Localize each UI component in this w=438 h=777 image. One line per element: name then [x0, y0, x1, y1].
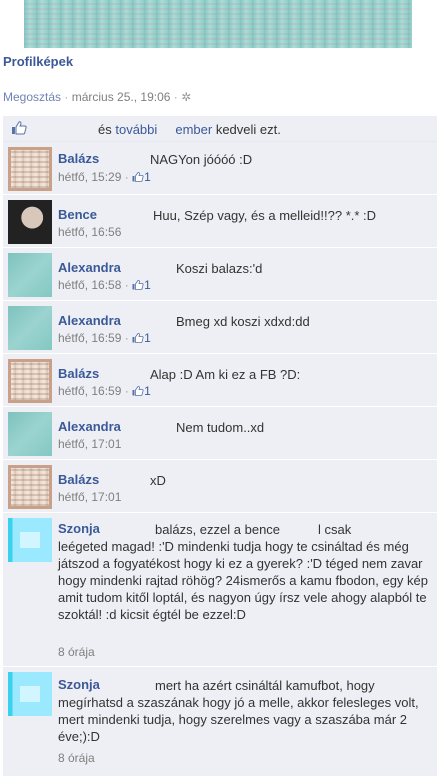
- avatar[interactable]: [8, 412, 52, 456]
- comment-author[interactable]: Balázs: [58, 151, 99, 166]
- like-count: 1: [144, 278, 151, 292]
- separator: ·: [124, 278, 129, 292]
- like-icon: [132, 171, 144, 182]
- comment-timestamp[interactable]: hétfő, 15:29: [58, 170, 121, 184]
- like-people-link[interactable]: ember: [175, 122, 212, 137]
- comment-like-count[interactable]: 1: [132, 384, 151, 398]
- comment-text: Nem tudom..xd: [176, 420, 265, 435]
- comment-time: hétfő, 17:01: [58, 437, 121, 451]
- comment-text-rest: megírhatsd a szaszának hogy jó a melle, …: [58, 695, 419, 744]
- comment-text: NAGYon jóóóó :D: [150, 152, 253, 167]
- comment-time: hétfő, 15:29 · 1: [58, 170, 151, 184]
- comment-text-line: l csak: [318, 522, 352, 537]
- comment-text-line: mert ha azért csináltál kamufbot, hogy: [155, 678, 375, 693]
- profile-photo[interactable]: [24, 0, 412, 48]
- comment-timestamp[interactable]: hétfő, 17:01: [58, 490, 121, 504]
- comment-text: Huu, Szép vagy, és a melleid!!?? *.* :D: [153, 208, 377, 223]
- like-count: 1: [144, 331, 151, 345]
- comment-author[interactable]: Alexandra: [58, 260, 121, 275]
- comment-text-rest: leégeted magad! :'D mindenki tudja hogy …: [58, 539, 428, 622]
- comment-time: hétfő, 16:59 · 1: [58, 331, 151, 345]
- comment-text: xD: [150, 473, 166, 488]
- like-text-post: kedveli ezt.: [215, 122, 281, 137]
- avatar[interactable]: [8, 672, 52, 716]
- like-count: 1: [144, 170, 151, 184]
- comment-author[interactable]: Balázs: [58, 366, 99, 381]
- comment-author[interactable]: Alexandra: [58, 313, 121, 328]
- comment-text-line: balázs, ezzel a bence: [155, 522, 281, 537]
- separator: ·: [61, 90, 72, 104]
- comment-item: Balázs Alap :D Am ki ez a FB ?D: hétfő, …: [3, 354, 437, 407]
- avatar[interactable]: [8, 518, 52, 562]
- like-summary-text: és további ember kedveli ezt.: [98, 122, 281, 137]
- comment-timestamp[interactable]: hétfő, 16:59: [58, 384, 121, 398]
- share-link[interactable]: Megosztás: [3, 90, 61, 104]
- like-summary: és további ember kedveli ezt.: [3, 116, 437, 142]
- comment-author[interactable]: Bence: [58, 207, 97, 222]
- comment-timestamp[interactable]: hétfő, 16:56: [58, 225, 121, 239]
- comment-author[interactable]: Balázs: [58, 472, 99, 487]
- comment-text: Alap :D Am ki ez a FB ?D:: [150, 367, 301, 382]
- separator: ·: [170, 90, 182, 104]
- comment-text: mert ha azért csináltál kamufbot, hogy m…: [58, 677, 428, 745]
- post-meta: Megosztás · március 25., 19:06 · ✲: [3, 90, 191, 104]
- comment-author[interactable]: Alexandra: [58, 419, 121, 434]
- avatar[interactable]: [8, 253, 52, 297]
- album-title[interactable]: Profilképek: [3, 54, 73, 69]
- comment-time: 8 órája: [58, 645, 95, 659]
- like-thumb-icon: [12, 121, 27, 135]
- comment-list: Balázs NAGYon jóóóó :D hétfő, 15:29 · 1 …: [3, 142, 437, 777]
- comment-item: Alexandra Nem tudom..xd hétfő, 17:01: [3, 407, 437, 460]
- like-text-pre: és: [98, 122, 112, 137]
- comment-item: Szonja mert ha azért csináltál kamufbot,…: [3, 667, 437, 777]
- like-icon: [132, 279, 144, 290]
- comment-timestamp[interactable]: hétfő, 16:58: [58, 278, 121, 292]
- like-others-link[interactable]: további: [115, 122, 157, 137]
- comment-time: 8 órája: [58, 751, 95, 765]
- comment-time: hétfő, 16:58 · 1: [58, 278, 151, 292]
- comment-item: Alexandra Koszi balazs:'d hétfő, 16:58 ·…: [3, 248, 437, 301]
- comment-like-count[interactable]: 1: [132, 170, 151, 184]
- comment-like-count[interactable]: 1: [132, 331, 151, 345]
- comment-text: Koszi balazs:'d: [176, 261, 263, 276]
- comment-item: Bence Huu, Szép vagy, és a melleid!!?? *…: [3, 195, 437, 248]
- separator: ·: [124, 331, 129, 345]
- comment-timestamp[interactable]: hétfő, 16:59: [58, 331, 121, 345]
- separator: ·: [124, 170, 129, 184]
- avatar[interactable]: [8, 465, 52, 509]
- comment-timestamp[interactable]: 8 órája: [58, 751, 95, 765]
- comment-text: Bmeg xd koszi xdxd:dd: [176, 314, 310, 329]
- like-count: 1: [144, 384, 151, 398]
- separator: ·: [124, 384, 129, 398]
- comment-item: Alexandra Bmeg xd koszi xdxd:dd hétfő, 1…: [3, 301, 437, 354]
- comment-item: Balázs NAGYon jóóóó :D hétfő, 15:29 · 1: [3, 142, 437, 195]
- like-icon: [132, 332, 144, 343]
- post-date[interactable]: március 25., 19:06: [72, 90, 171, 104]
- comment-item: Balázs xD hétfő, 17:01: [3, 460, 437, 513]
- avatar[interactable]: [8, 359, 52, 403]
- avatar[interactable]: [8, 200, 52, 244]
- comment-text: balázs, ezzel a bence l csak leégeted mag…: [58, 521, 428, 623]
- comment-time: hétfő, 16:59 · 1: [58, 384, 151, 398]
- comment-timestamp[interactable]: 8 órája: [58, 645, 95, 659]
- comment-time: hétfő, 17:01: [58, 490, 121, 504]
- privacy-gear-icon[interactable]: ✲: [181, 90, 191, 104]
- comment-time: hétfő, 16:56: [58, 225, 121, 239]
- comment-like-count[interactable]: 1: [132, 278, 151, 292]
- avatar[interactable]: [8, 147, 52, 191]
- avatar[interactable]: [8, 306, 52, 350]
- like-icon: [132, 385, 144, 396]
- comment-item: Szonja balázs, ezzel a bence l csak leége…: [3, 513, 437, 667]
- comment-timestamp[interactable]: hétfő, 17:01: [58, 437, 121, 451]
